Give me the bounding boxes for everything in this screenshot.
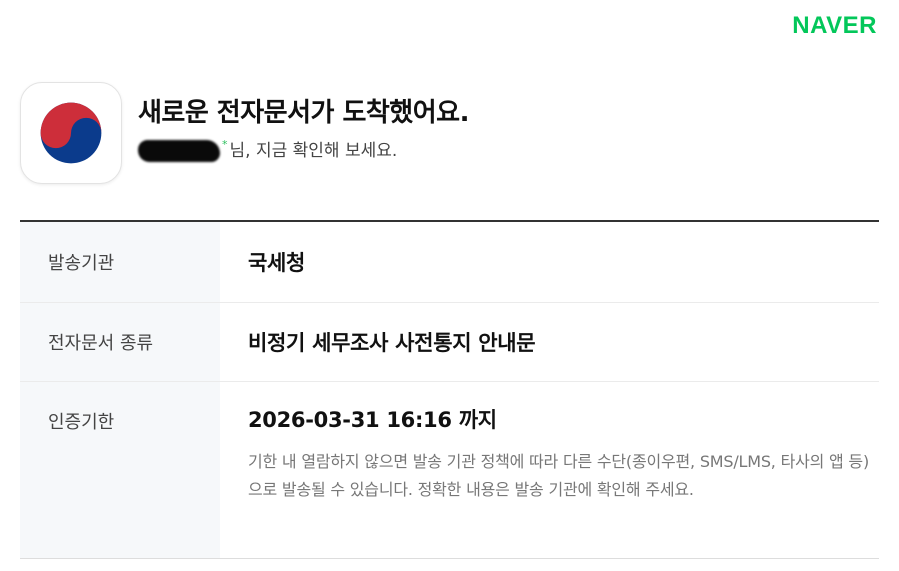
recipient-suffix: 님, 지금 확인해 보세요. (229, 141, 398, 161)
auth-deadline-note: 기한 내 열람하지 않으면 발송 기관 정책에 따라 다른 수단(종이우편, S… (248, 452, 869, 499)
sender-value: 국세청 (248, 251, 306, 275)
redacted-recipient-name (138, 140, 220, 162)
document-type-value: 비정기 세무조사 사전통지 안내문 (248, 331, 536, 355)
sender-value-cell: 국세청 (220, 222, 879, 302)
table-row-auth-deadline: 인증기한 2026-03-31 16:16 까지 기한 내 열람하지 않으면 발… (20, 382, 879, 558)
document-details-table: 발송기관 국세청 전자문서 종류 비정기 세무조사 사전통지 안내문 인증기한 … (20, 220, 879, 559)
table-row-sender: 발송기관 국세청 (20, 222, 879, 303)
table-row-document-type: 전자문서 종류 비정기 세무조사 사전통지 안내문 (20, 303, 879, 382)
auth-deadline-label: 인증기한 (20, 382, 220, 558)
sender-label: 발송기관 (20, 222, 220, 302)
notification-headline: 새로운 전자문서가 도착했어요. (138, 98, 469, 128)
auth-deadline-value: 2026-03-31 16:16 까지 (248, 408, 497, 432)
notification-header: 새로운 전자문서가 도착했어요. * 님, 지금 확인해 보세요. (20, 82, 879, 184)
document-type-value-cell: 비정기 세무조사 사전통지 안내문 (220, 303, 879, 381)
notification-subline: * 님, 지금 확인해 보세요. (138, 138, 469, 162)
document-type-label: 전자문서 종류 (20, 303, 220, 381)
recipient-marker: * (222, 138, 228, 151)
notification-text: 새로운 전자문서가 도착했어요. * 님, 지금 확인해 보세요. (138, 82, 469, 162)
auth-deadline-value-cell: 2026-03-31 16:16 까지 기한 내 열람하지 않으면 발송 기관 … (220, 382, 879, 558)
naver-logo: NAVER (792, 12, 877, 39)
government-emblem-icon (20, 82, 122, 184)
